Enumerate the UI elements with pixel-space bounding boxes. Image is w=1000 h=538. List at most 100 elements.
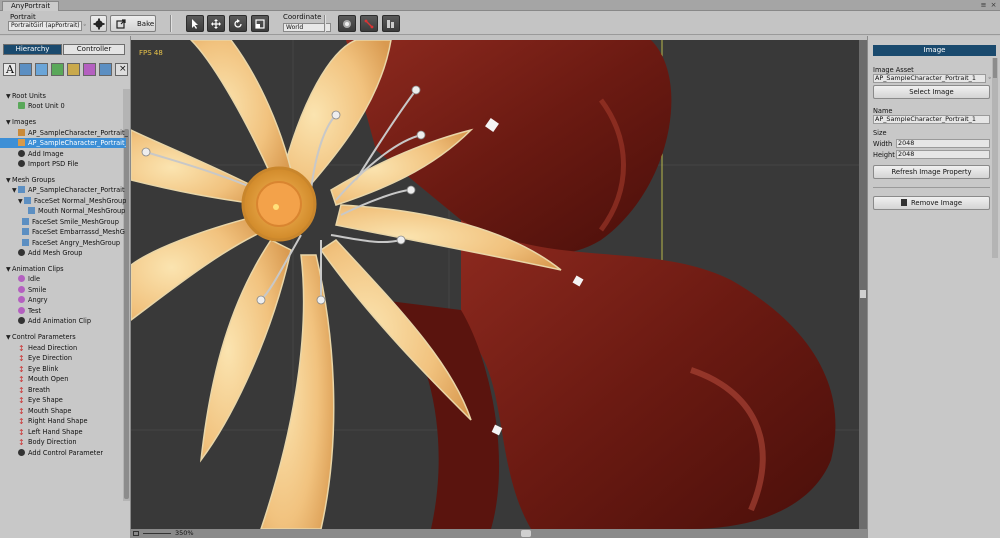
close-icon[interactable]: × [989,1,998,9]
bake-button[interactable]: Bake [110,15,156,32]
section-images[interactable]: ▼Images [6,117,36,127]
add-control-parameter-button[interactable]: Add Control Parameter [18,448,103,458]
meshgroup-filter-icon[interactable] [67,63,80,76]
list-item[interactable]: Test [18,306,41,316]
meshgroup-icon [24,197,31,204]
image-asset-field[interactable]: AP_SampleCharacter_Portrait_1 [873,74,986,83]
image-filter-icon[interactable] [35,63,48,76]
play-icon [18,275,25,282]
section-control-parameters[interactable]: ▼Control Parameters [6,332,76,342]
onion-skin-button[interactable] [338,15,356,32]
rotate-icon [234,18,242,28]
portrait-select[interactable]: PortraitGirl (apPortrait) [8,21,82,31]
list-item[interactable]: ▼ AP_SampleCharacter_Portrait [12,185,125,195]
list-item[interactable]: ↕ Mouth Open [18,374,68,384]
ribbon-shape [346,40,836,529]
list-item[interactable]: Idle [18,274,40,284]
portrait-picker-icon[interactable]: ◦ [83,22,87,30]
inspector-panel: Image Image Asset AP_SampleCharacter_Por… [867,36,1000,538]
clear-filter-icon[interactable]: × [115,63,128,76]
menu-icon[interactable]: ≡ [979,1,988,9]
list-item[interactable]: ↕ Left Hand Shape [18,427,83,437]
list-item[interactable]: FaceSet Smile_MeshGroup [22,217,119,227]
zoom-slider[interactable] [143,533,171,534]
inspector-scroll-thumb[interactable] [993,58,997,78]
hierarchy-scroll-thumb[interactable] [124,129,129,499]
select-tool-button[interactable] [186,15,204,32]
root-unit-filter-icon[interactable] [19,63,32,76]
trash-icon [900,199,907,206]
list-item[interactable]: Angry [18,295,48,305]
list-item[interactable]: ▼ FaceSet Normal_MeshGroup [18,196,126,206]
remove-image-button[interactable]: Remove Image [873,196,990,210]
bone-view-button[interactable] [360,15,378,32]
parameter-icon: ↕ [18,375,25,384]
play-icon [18,296,25,303]
window-tab[interactable]: AnyPortrait [2,1,60,11]
add-icon [18,449,25,456]
list-item[interactable]: AP_SampleCharacter_Portrait_0 [18,128,128,138]
play-icon [18,307,25,314]
mesh-icon [387,19,394,28]
add-mesh-group-button[interactable]: Add Mesh Group [18,248,82,258]
rotate-tool-button[interactable] [229,15,247,32]
inspector-scrollbar[interactable] [992,58,998,258]
list-item[interactable]: Mouth Normal_MeshGroup [28,206,125,216]
meshgroup-icon [28,207,35,214]
viewport-vscroll-thumb[interactable] [860,290,866,298]
scale-tool-button[interactable] [251,15,269,32]
select-image-button[interactable]: Select Image [873,85,990,99]
section-animation-clips[interactable]: ▼Animation Clips [6,264,64,274]
meshgroup-icon [22,239,29,246]
scale-icon [255,18,265,29]
tab-controller[interactable]: Controller [63,44,125,55]
refresh-image-property-button[interactable]: Refresh Image Property [873,165,990,179]
section-mesh-groups[interactable]: ▼Mesh Groups [6,175,55,185]
list-item[interactable]: ↕ Right Hand Shape [18,416,88,426]
list-item-selected[interactable]: AP_SampleCharacter_Portrait_1 [0,138,126,148]
list-item[interactable]: ↕ Head Direction [18,343,77,353]
meshgroup-icon [18,186,25,193]
add-animation-clip-button[interactable]: Add Animation Clip [18,316,91,326]
width-label: Width [873,140,893,148]
list-item[interactable]: Root Unit 0 [18,101,65,111]
import-psd-button[interactable]: Import PSD File [18,159,78,169]
fit-view-icon[interactable] [133,531,139,536]
list-item[interactable]: ↕ Eye Blink [18,364,58,374]
list-item[interactable]: ↕ Body Direction [18,437,77,447]
section-root-units[interactable]: ▼Root Units [6,91,46,101]
bake-icon [116,18,126,29]
tab-hierarchy[interactable]: Hierarchy [3,44,62,55]
list-item[interactable]: ↕ Eye Shape [18,395,63,405]
viewport-artwork: FPS 48 [131,40,859,529]
mesh-filter-icon[interactable] [51,63,64,76]
list-item[interactable]: ↕ Mouth Shape [18,406,71,416]
height-field[interactable]: 2048 [896,150,990,159]
viewport-bottom-bar[interactable] [131,529,867,538]
list-item[interactable]: ↕ Breath [18,385,50,395]
root-unit-icon [18,102,25,109]
parameter-filter-icon[interactable] [99,63,112,76]
animation-filter-icon[interactable] [83,63,96,76]
meshgroup-icon [22,218,29,225]
mesh-view-button[interactable] [382,15,400,32]
text-filter-icon[interactable]: A [3,63,16,76]
gear-icon [93,18,104,29]
list-item[interactable]: FaceSet Embarrassd_MeshGroup [22,227,125,237]
viewport-vertical-scrollbar[interactable] [859,40,867,529]
inspector-divider [873,187,990,188]
editor-viewport[interactable]: FPS 48 [131,40,859,529]
list-item[interactable]: FaceSet Angry_MeshGroup [22,238,120,248]
list-item[interactable]: Smile [18,285,46,295]
name-field[interactable]: AP_SampleCharacter_Portrait_1 [873,115,990,124]
list-item[interactable]: ↕ Eye Direction [18,353,72,363]
toolbar-divider [324,15,326,32]
move-tool-button[interactable] [207,15,225,32]
asset-picker-icon[interactable]: ◦ [988,75,992,83]
width-field[interactable]: 2048 [896,139,990,148]
settings-button[interactable] [90,15,107,32]
horizontal-scroll-thumb[interactable] [521,530,531,537]
meshgroup-icon [22,228,29,235]
size-label: Size [873,129,887,137]
add-image-button[interactable]: Add Image [18,149,64,159]
